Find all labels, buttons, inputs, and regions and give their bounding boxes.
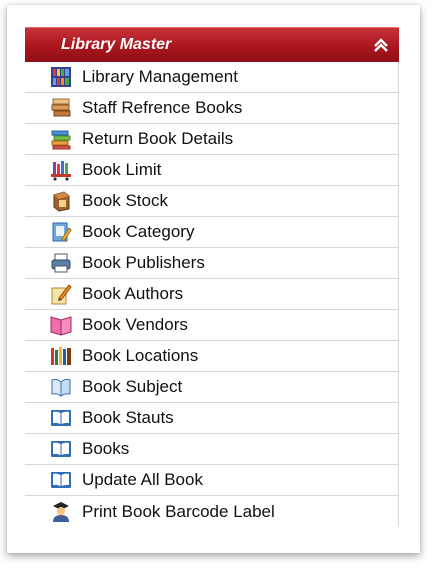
menu-item-label: Staff Refrence Books [82,98,243,117]
menu-item-library-management[interactable]: Library Management [25,62,398,93]
menu-item-books[interactable]: Books [25,434,398,465]
menu-item-label: Print Book Barcode Label [82,501,275,521]
menu-item-book-category[interactable]: Book Category [25,217,398,248]
menu-item-book-stauts[interactable]: Book Stauts [25,403,398,434]
open-book-blue-icon [50,469,72,491]
book-stack-icon [50,97,72,119]
menu-item-update-all-book[interactable]: Update All Book [25,465,398,496]
books-on-cart-icon [50,159,72,181]
bookshelf-icon [50,66,72,88]
menu-item-label: Book Stock [82,191,168,210]
panel-title: Library Master [61,36,172,53]
menu-item-staff-refrence-books[interactable]: Staff Refrence Books [25,93,398,124]
menu-item-label: Book Limit [82,160,162,179]
menu-item-book-limit[interactable]: Book Limit [25,155,398,186]
menu-list: Library Management Staff Refrence Books [25,62,399,527]
menu-item-print-book-barcode-label[interactable]: Print Book Barcode Label [25,496,398,527]
menu-item-label: Book Subject [82,377,183,396]
pink-book-icon [50,314,72,336]
graduate-user-icon [50,501,72,523]
shelf-books-icon [50,345,72,367]
open-book-blue-icon [50,407,72,429]
panel-header[interactable]: Library Master [25,27,399,62]
menu-item-label: Book Stauts [82,408,174,427]
menu-item-book-authors[interactable]: Book Authors [25,279,398,310]
menu-item-book-subject[interactable]: Book Subject [25,372,398,403]
printer-icon [50,252,72,274]
menu-item-label: Library Management [82,67,238,86]
menu-item-label: Book Locations [82,346,199,365]
menu-item-book-stock[interactable]: Book Stock [25,186,398,217]
menu-item-label: Book Publishers [82,253,205,272]
menu-item-book-locations[interactable]: Book Locations [25,341,398,372]
open-book-blue-icon [50,438,72,460]
menu-item-label: Book Authors [82,284,184,303]
menu-item-label: Book Vendors [82,315,188,334]
menu-item-book-publishers[interactable]: Book Publishers [25,248,398,279]
menu-item-book-vendors[interactable]: Book Vendors [25,310,398,341]
menu-item-label: Book Category [82,222,195,241]
menu-item-label: Books [82,439,130,458]
menu-item-label: Update All Book [82,470,203,489]
menu-item-label: Return Book Details [82,129,234,148]
menu-card: Library Master Library Management Staff … [7,5,420,553]
book-edit-icon [50,221,72,243]
pen-notepad-icon [50,283,72,305]
open-book-icon [50,376,72,398]
menu-item-return-book-details[interactable]: Return Book Details [25,124,398,155]
book-box-icon [50,190,72,212]
books-pile-icon [50,128,72,150]
library-master-panel: Library Master Library Management Staff … [25,27,399,527]
double-chevron-up-icon[interactable] [373,37,389,53]
